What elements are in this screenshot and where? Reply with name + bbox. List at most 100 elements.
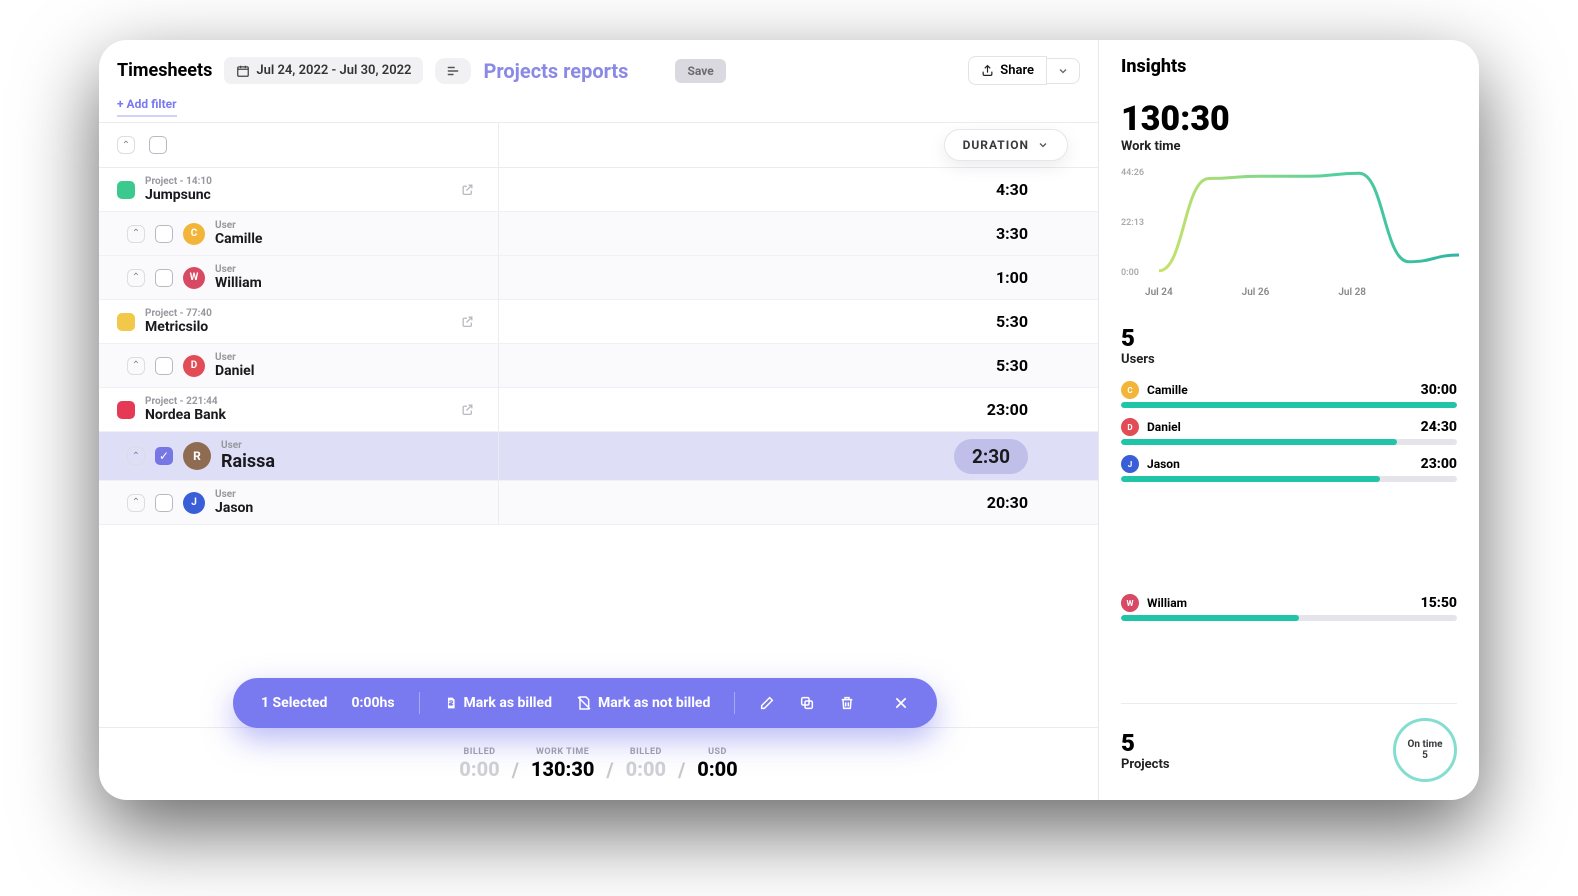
mark-billed-button[interactable]: Mark as billed <box>444 695 552 711</box>
invoice-billed-icon <box>444 695 458 711</box>
row-checkbox[interactable] <box>155 494 173 512</box>
close-icon <box>893 695 909 711</box>
row-duration: 20:30 <box>987 493 1028 512</box>
collapse-all-toggle[interactable]: ⌃ <box>117 136 135 154</box>
add-filter-button[interactable]: + Add filter <box>117 97 177 117</box>
timesheet-rows: Project - 14:10Jumpsunc 4:30⌃ C UserCami… <box>99 168 1098 525</box>
user-list-item[interactable]: C Camille 30:00 <box>1121 381 1457 408</box>
close-selection-bar[interactable] <box>893 695 909 711</box>
row-duration: 5:30 <box>996 356 1028 375</box>
user-name: Daniel <box>1147 420 1413 434</box>
totals-work-time-value: 130:30 <box>531 757 595 781</box>
row-name: Metricsilo <box>145 319 212 335</box>
totals-billed-label: BILLED <box>463 747 495 757</box>
row-duration: 3:30 <box>996 224 1028 243</box>
row-collapse-toggle[interactable]: ⌃ <box>127 447 145 465</box>
avatar: C <box>183 223 205 245</box>
row-duration: 4:30 <box>996 180 1028 199</box>
chevron-down-icon <box>1037 139 1049 151</box>
external-link-icon[interactable] <box>461 315 474 328</box>
user-bar <box>1121 476 1457 482</box>
row-meta: User <box>215 489 253 500</box>
main-panel: Timesheets Jul 24, 2022 - Jul 30, 2022 S… <box>99 40 1099 800</box>
users-label: Users <box>1121 352 1457 367</box>
user-name: William <box>1147 596 1413 610</box>
row-collapse-toggle[interactable]: ⌃ <box>127 269 145 287</box>
row-collapse-toggle[interactable]: ⌃ <box>127 494 145 512</box>
work-time-chart: 0:0022:1344:26 Jul 24Jul 26Jul 28 <box>1121 168 1457 298</box>
edit-icon <box>759 695 775 711</box>
row-name: Jason <box>215 500 253 516</box>
avatar: R <box>183 442 211 470</box>
external-link-icon[interactable] <box>461 183 474 196</box>
external-link-icon[interactable] <box>461 403 474 416</box>
insights-panel: Insights 130:30 Work time 0:0022:1344:26… <box>1099 40 1479 800</box>
totals-usd-label: USD <box>708 747 727 757</box>
duration-column-header[interactable]: DURATION <box>944 129 1068 161</box>
user-list-item[interactable]: J Jason 23:00 <box>1121 455 1457 482</box>
row-collapse-toggle[interactable]: ⌃ <box>127 357 145 375</box>
row-checkbox[interactable] <box>155 269 173 287</box>
table-row[interactable]: ⌃ W UserWilliam1:00 <box>99 256 1098 300</box>
user-time: 30:00 <box>1421 382 1457 398</box>
share-caret[interactable] <box>1047 58 1080 84</box>
table-row[interactable]: ⌃ J UserJason 20:30 <box>99 481 1098 525</box>
user-time: 23:00 <box>1421 456 1457 472</box>
grid-header: ⌃ DURATION <box>99 122 1098 168</box>
select-all-checkbox[interactable] <box>149 136 167 154</box>
user-name: Jason <box>1147 457 1413 471</box>
report-name-input[interactable] <box>483 59 663 83</box>
row-meta: User <box>215 352 254 363</box>
row-meta: User <box>221 440 275 451</box>
trash-icon <box>839 695 855 711</box>
table-row[interactable]: Project - 77:40Metricsilo 5:30 <box>99 300 1098 344</box>
share-icon <box>981 64 994 77</box>
table-row[interactable]: ⌃ ✓ R UserRaissa2:30 <box>99 432 1098 481</box>
user-bar <box>1121 439 1457 445</box>
header-bar: Timesheets Jul 24, 2022 - Jul 30, 2022 S… <box>99 40 1098 93</box>
table-row[interactable]: Project - 221:44Nordea Bank 23:00 <box>99 388 1098 432</box>
user-time: 24:30 <box>1421 419 1457 435</box>
totals-usd-value: 0:00 <box>697 757 737 781</box>
row-checkbox[interactable] <box>155 357 173 375</box>
totals-billed2-label: BILLED <box>630 747 662 757</box>
table-row[interactable]: ⌃ C UserCamille3:30 <box>99 212 1098 256</box>
row-collapse-toggle[interactable]: ⌃ <box>127 225 145 243</box>
edit-selection-button[interactable] <box>759 695 775 711</box>
mark-not-billed-button[interactable]: Mark as not billed <box>576 695 710 711</box>
totals-billed-value: 0:00 <box>459 757 499 781</box>
row-name: Jumpsunc <box>145 187 212 203</box>
avatar: J <box>183 492 205 514</box>
row-checkbox[interactable]: ✓ <box>155 447 173 465</box>
row-checkbox[interactable] <box>155 225 173 243</box>
share-button[interactable]: Share <box>968 56 1047 85</box>
user-bar <box>1121 402 1457 408</box>
chevron-down-icon <box>1057 65 1069 77</box>
totals-work-time-label: WORK TIME <box>536 747 589 757</box>
copy-selection-button[interactable] <box>799 695 815 711</box>
row-name: William <box>215 275 262 291</box>
project-color-swatch <box>117 401 135 419</box>
row-name: Nordea Bank <box>145 407 226 423</box>
date-range-picker[interactable]: Jul 24, 2022 - Jul 30, 2022 <box>224 57 423 84</box>
projects-count: 5 <box>1121 729 1170 757</box>
user-list-item[interactable]: W William 15:50 <box>1121 594 1457 621</box>
save-button[interactable]: Save <box>675 59 725 83</box>
row-meta: Project - 77:40 <box>145 308 212 319</box>
chart-x-tick: Jul 24 <box>1145 287 1173 298</box>
view-toggle[interactable] <box>435 58 471 84</box>
user-time: 15:50 <box>1421 595 1457 611</box>
row-meta: User <box>215 264 262 275</box>
on-time-badge: On time 5 <box>1393 718 1457 782</box>
table-row[interactable]: Project - 14:10Jumpsunc 4:30 <box>99 168 1098 212</box>
selection-hours: 0:00hs <box>351 695 394 711</box>
totals-billed2-value: 0:00 <box>626 757 666 781</box>
chart-y-tick: 44:26 <box>1121 168 1144 178</box>
project-color-swatch <box>117 313 135 331</box>
delete-selection-button[interactable] <box>839 695 855 711</box>
list-icon <box>445 64 461 78</box>
project-color-swatch <box>117 181 135 199</box>
row-duration: 5:30 <box>996 312 1028 331</box>
user-list-item[interactable]: D Daniel 24:30 <box>1121 418 1457 445</box>
table-row[interactable]: ⌃ D UserDaniel5:30 <box>99 344 1098 388</box>
